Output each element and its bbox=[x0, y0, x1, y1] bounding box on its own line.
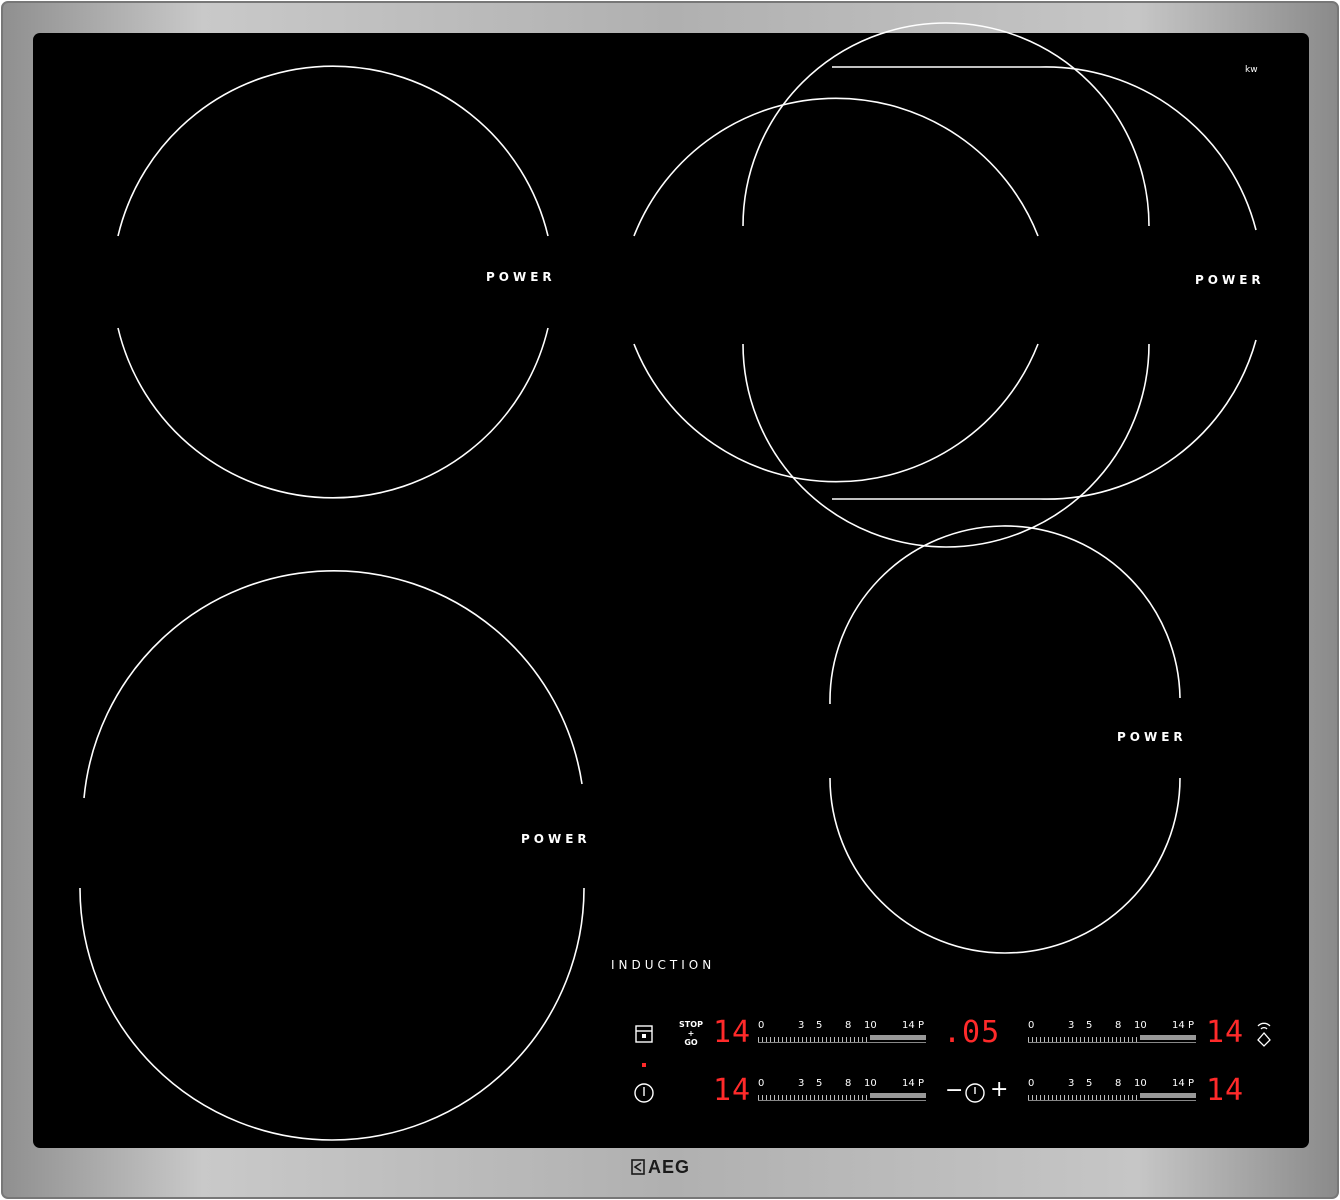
lock-indicator-led bbox=[642, 1063, 646, 1067]
zone-front-left-ring bbox=[83, 570, 583, 799]
zone-rear-right-left-ring bbox=[633, 97, 1039, 237]
stop-go-line2: + bbox=[687, 1029, 695, 1038]
rear-right-power-display: 14 bbox=[1206, 1015, 1245, 1050]
timer-icon bbox=[965, 1083, 985, 1103]
zone-rear-left-label: POWER bbox=[486, 270, 556, 284]
power-icon[interactable] bbox=[633, 1082, 655, 1104]
front-right-power-display: 14 bbox=[1206, 1073, 1245, 1108]
aeg-logo-icon bbox=[631, 1159, 645, 1175]
zone-front-right-label: POWER bbox=[1117, 730, 1187, 744]
induction-label: INDUCTION bbox=[611, 958, 716, 972]
timer-plus-button[interactable]: + bbox=[990, 1077, 1008, 1102]
rear-left-power-slider[interactable]: 0 3 5 8 10 14 P bbox=[758, 1020, 926, 1050]
front-left-power-display: 14 bbox=[713, 1073, 752, 1108]
hob2hood-icon[interactable] bbox=[1252, 1020, 1276, 1048]
rear-left-power-display: 14 bbox=[713, 1015, 752, 1050]
zone-rear-left-ring bbox=[117, 65, 549, 237]
zone-rear-right-label: POWER bbox=[1195, 273, 1265, 287]
child-lock-icon[interactable] bbox=[634, 1024, 654, 1044]
stop-go-line1: STOP bbox=[679, 1020, 703, 1029]
front-left-power-slider[interactable]: 0 3 5 8 10 14 P bbox=[758, 1078, 926, 1108]
kw-mark: kw bbox=[1245, 65, 1258, 75]
brand-name: AEG bbox=[648, 1157, 691, 1177]
timer-minus-button[interactable]: − bbox=[945, 1078, 963, 1103]
timer-display: .05 bbox=[943, 1015, 1001, 1050]
stop-go-button[interactable]: STOP + GO bbox=[672, 1020, 710, 1047]
zone-rear-right-right-ring bbox=[742, 22, 1150, 227]
rear-right-power-slider[interactable]: 0 3 5 8 10 14 P bbox=[1028, 1020, 1196, 1050]
front-right-power-slider[interactable]: 0 3 5 8 10 14 P bbox=[1028, 1078, 1196, 1108]
zone-front-right-ring bbox=[829, 525, 1181, 705]
stop-go-line3: GO bbox=[684, 1038, 698, 1047]
zone-front-left-label: POWER bbox=[521, 832, 591, 846]
